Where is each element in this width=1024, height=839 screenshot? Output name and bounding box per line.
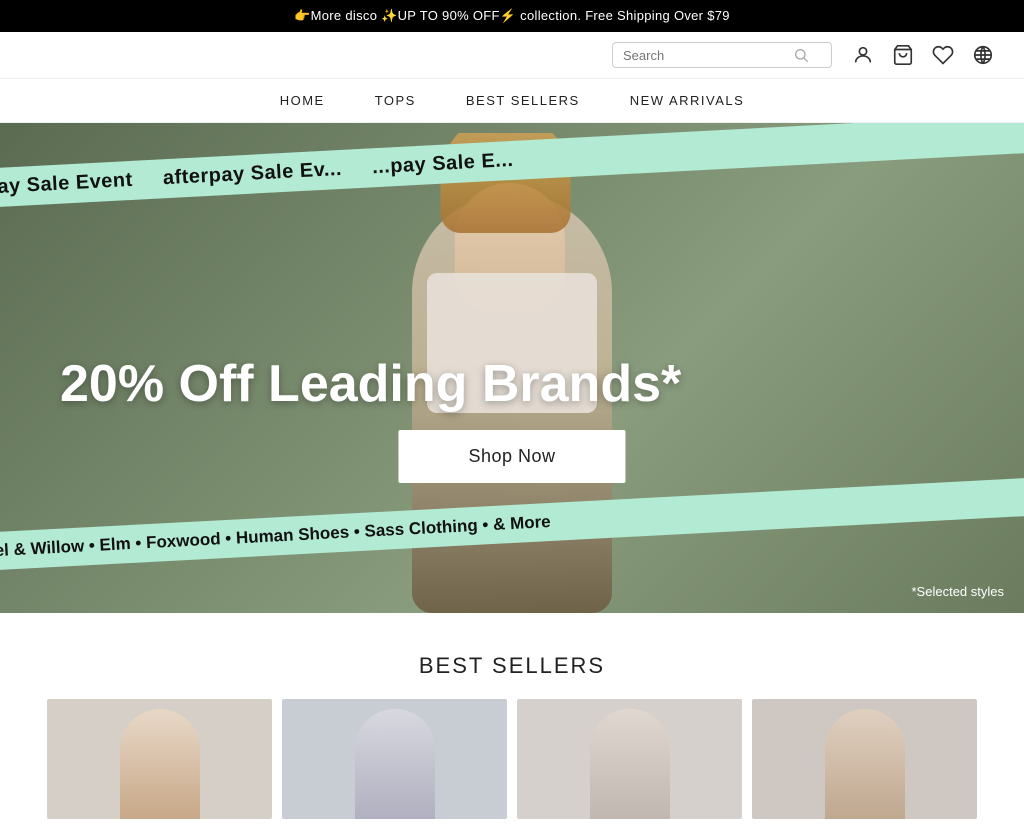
announcement-bar: 👉More disco ✨UP TO 90% OFF⚡ collection. … [0,0,1024,32]
hero-headline: 20% Off Leading Brands* [60,356,681,413]
product-image [590,709,670,819]
wishlist-icon[interactable] [932,44,954,66]
search-input[interactable] [623,48,793,63]
product-card[interactable] [517,699,742,819]
product-image [120,709,200,819]
product-card[interactable] [752,699,977,819]
header-icons [852,44,994,66]
shop-now-button[interactable]: Shop Now [398,430,625,483]
best-sellers-title: BEST SELLERS [20,653,1004,679]
main-nav: HOME TOPS BEST SELLERS NEW ARRIVALS [0,79,1024,123]
product-image [825,709,905,819]
hero-banner: afterpay Sale Event afterpay Sale Ev... … [0,123,1024,613]
nav-item-home[interactable]: HOME [280,93,325,108]
selected-styles-text: *Selected styles [912,584,1005,599]
nav-item-best-sellers[interactable]: BEST SELLERS [466,93,580,108]
nav-item-tops[interactable]: TOPS [375,93,416,108]
best-sellers-section: BEST SELLERS [0,613,1024,839]
cart-icon[interactable] [892,44,914,66]
header [0,32,1024,79]
product-row [20,699,1004,819]
announcement-text: 👉More disco ✨UP TO 90% OFF⚡ collection. … [294,8,730,23]
search-bar[interactable] [612,42,832,68]
language-icon[interactable] [972,44,994,66]
search-icon [793,47,809,63]
product-card[interactable] [282,699,507,819]
product-card[interactable] [47,699,272,819]
nav-item-new-arrivals[interactable]: NEW ARRIVALS [630,93,745,108]
product-image [355,709,435,819]
account-icon[interactable] [852,44,874,66]
